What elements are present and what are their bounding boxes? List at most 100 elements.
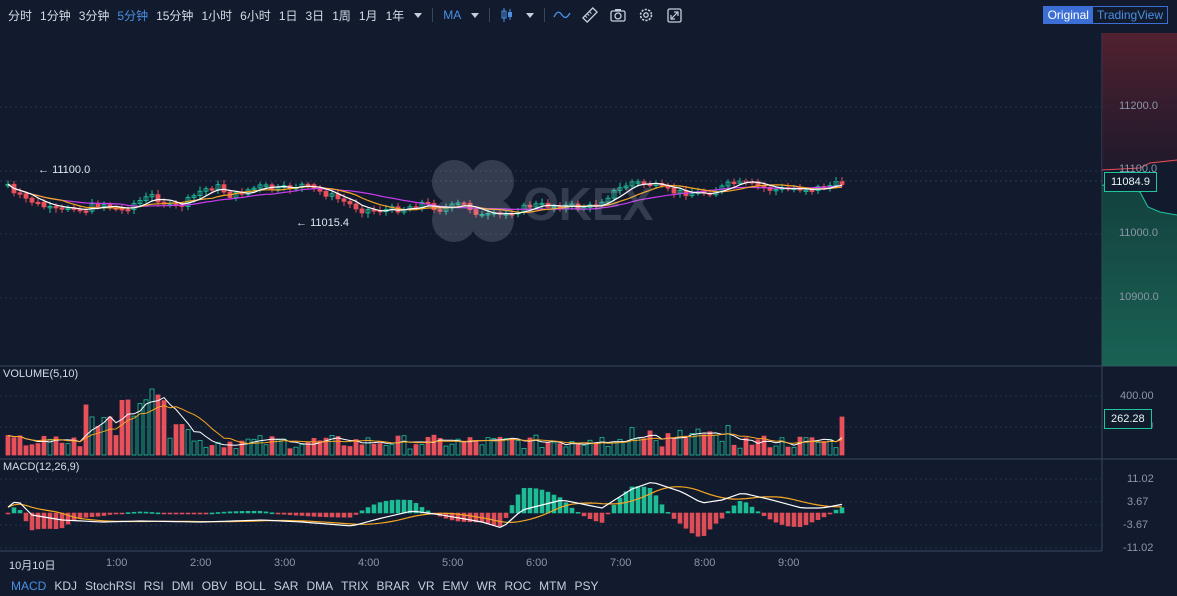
macd-histogram-bar	[41, 512, 47, 529]
volume-bar	[809, 437, 815, 456]
macd-histogram-bar	[113, 512, 119, 515]
interval-1h[interactable]: 1小时	[201, 7, 232, 24]
macd-histogram-bar	[515, 494, 521, 514]
indicator-dropdown-caret-icon[interactable]	[471, 12, 480, 18]
volume-bar	[731, 444, 737, 456]
volume-bar	[23, 445, 29, 456]
interval-5m[interactable]: 5分钟	[117, 7, 148, 24]
interval-1mo[interactable]: 1月	[359, 7, 378, 24]
volume-bar	[353, 439, 359, 456]
volume-bar	[575, 443, 581, 456]
macd-histogram-bar	[611, 504, 617, 514]
interval-1m[interactable]: 1分钟	[40, 7, 71, 24]
macd-histogram-bar	[761, 512, 767, 516]
indicator-tab-stochrsi[interactable]: StochRSI	[85, 579, 136, 593]
macd-histogram-bar	[281, 512, 287, 515]
macd-histogram-bar	[737, 501, 743, 514]
volume-bar	[755, 439, 761, 456]
view-original-button[interactable]: Original	[1043, 7, 1093, 23]
macd-histogram-bar	[233, 511, 239, 514]
indicator-tabs: MACD KDJ StochRSI RSI DMI OBV BOLL SAR D…	[0, 576, 1177, 596]
indicator-tab-roc[interactable]: ROC	[505, 579, 532, 593]
volume-axis-label: 400.00	[1120, 390, 1154, 402]
indicator-selector[interactable]: MA	[443, 8, 461, 22]
indicator-tab-mtm[interactable]: MTM	[539, 579, 566, 593]
indicator-tab-boll[interactable]: BOLL	[235, 579, 266, 593]
volume-bar	[479, 444, 485, 456]
indicator-tab-dma[interactable]: DMA	[306, 579, 333, 593]
interval-realtime[interactable]: 分时	[8, 7, 32, 24]
camera-icon[interactable]	[609, 6, 627, 24]
indicator-tab-kdj[interactable]: KDJ	[54, 579, 77, 593]
volume-bar	[611, 441, 617, 456]
indicator-tab-sar[interactable]: SAR	[274, 579, 299, 593]
volume-bar	[377, 443, 383, 456]
macd-histogram-bar	[365, 507, 371, 514]
volume-bar	[119, 399, 125, 456]
interval-1d[interactable]: 1日	[279, 7, 298, 24]
candle-body	[59, 207, 65, 210]
indicator-tab-obv[interactable]: OBV	[202, 579, 227, 593]
macd-histogram-bar	[317, 512, 323, 517]
volume-bar	[359, 444, 365, 456]
volume-bar	[833, 447, 839, 456]
chart-canvas[interactable]	[0, 0, 1177, 596]
fullscreen-icon[interactable]	[665, 6, 683, 24]
current-price-tag: 11084.9	[1104, 172, 1157, 192]
macd-histogram-bar	[245, 510, 251, 514]
interval-3m[interactable]: 3分钟	[79, 7, 110, 24]
macd-histogram-bar	[353, 512, 359, 515]
macd-histogram-bar	[401, 499, 407, 514]
volume-bar	[413, 444, 419, 456]
indicator-tab-emv[interactable]: EMV	[442, 579, 468, 593]
macd-histogram	[5, 486, 845, 537]
interval-dropdown-caret-icon[interactable]	[414, 12, 423, 18]
macd-histogram-bar	[47, 512, 53, 529]
ruler-icon[interactable]	[581, 6, 599, 24]
macd-histogram-bar	[593, 512, 599, 522]
candle-style-icon[interactable]	[498, 6, 516, 24]
candle-body	[731, 181, 737, 185]
volume-bar	[245, 438, 251, 456]
interval-1y[interactable]: 1年	[386, 7, 405, 24]
indicator-tab-macd[interactable]: MACD	[11, 579, 46, 593]
volume-bar	[341, 445, 347, 456]
indicator-tab-wr[interactable]: WR	[477, 579, 497, 593]
line-style-icon[interactable]	[553, 6, 571, 24]
macd-axis-label: -11.02	[1123, 542, 1154, 554]
volume-bar	[419, 444, 425, 456]
macd-histogram-bar	[269, 512, 275, 515]
interval-1w[interactable]: 1周	[332, 7, 351, 24]
volume-bar	[263, 444, 269, 456]
macd-histogram-bar	[497, 512, 503, 527]
macd-histogram-bar	[647, 487, 653, 514]
indicator-tab-dmi[interactable]: DMI	[172, 579, 194, 593]
indicator-tab-vr[interactable]: VR	[418, 579, 435, 593]
interval-15m[interactable]: 15分钟	[156, 7, 193, 24]
macd-histogram-bar	[107, 512, 113, 515]
macd-histogram-bar	[767, 512, 773, 520]
volume-bar	[257, 435, 263, 456]
macd-histogram-bar	[731, 505, 737, 514]
volume-bar	[605, 445, 611, 456]
macd-histogram-bar	[329, 512, 335, 518]
indicator-tab-brar[interactable]: BRAR	[376, 579, 409, 593]
interval-6h[interactable]: 6小时	[240, 7, 271, 24]
volume-bar	[17, 435, 23, 456]
view-tradingview-button[interactable]: TradingView	[1093, 7, 1167, 23]
chart-style-caret-icon[interactable]	[526, 12, 535, 18]
volume-bar	[197, 440, 203, 456]
settings-gear-icon[interactable]	[637, 6, 655, 24]
macd-histogram-bar	[821, 512, 827, 518]
volume-bar	[29, 444, 35, 456]
indicator-tab-psy[interactable]: PSY	[575, 579, 599, 593]
interval-3d[interactable]: 3日	[306, 7, 325, 24]
macd-histogram-bar	[617, 497, 623, 514]
indicator-tab-rsi[interactable]: RSI	[144, 579, 164, 593]
volume-bar	[701, 434, 707, 456]
volume-bar	[113, 435, 119, 456]
indicator-tab-trix[interactable]: TRIX	[341, 579, 368, 593]
volume-bar	[653, 440, 659, 456]
volume-bar	[785, 446, 791, 456]
macd-histogram-bar	[539, 489, 545, 514]
